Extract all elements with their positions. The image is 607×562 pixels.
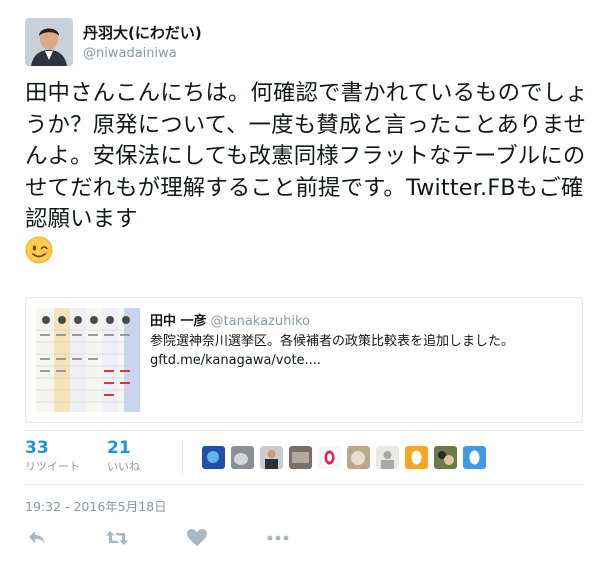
heart-icon [187,529,207,546]
more-button[interactable] [265,528,291,548]
avatar-portrait [25,18,73,66]
tweet-body: 田中さんこんにちは。何確認で書かれているものでしょうか？原発について、一度も賛成… [25,80,588,232]
stats-separator [182,440,183,476]
quoted-tweet[interactable]: 田中 一彦 @tanakazuhiko 参院選神奈川選挙区。各候補者の政策比較表を… [25,297,583,423]
tweet-text: 田中さんこんにちは。何確認で書かれているものでしょうか？原発について、一度も賛成… [25,78,595,267]
stats-divider-top [25,430,583,431]
more-icon [267,535,289,541]
quoted-author-handle: @tanakazuhiko [210,314,310,329]
author-name[interactable]: 丹羽大(にわだい) [83,22,202,43]
retweet-count-value: 33 [25,438,49,458]
quoted-tweet-text: 参院選神奈川選挙区。各候補者の政策比較表を追加しました。 gftd.me/kan… [150,332,570,370]
liker-avatar[interactable] [347,446,370,469]
liker-avatar[interactable] [434,446,457,469]
author-handle[interactable]: @niwadainiwa [83,46,177,61]
stats-divider-bottom [25,484,583,485]
liker-avatar[interactable] [202,446,225,469]
reply-button[interactable] [26,528,48,548]
liker-avatar[interactable] [260,446,283,469]
liker-avatar[interactable] [318,446,341,469]
comparison-table-image [36,308,140,412]
like-count-label: いいね [107,460,140,473]
retweet-button[interactable] [105,528,129,548]
quoted-author[interactable]: 田中 一彦 @tanakazuhiko [150,310,310,329]
liker-avatar[interactable] [289,446,312,469]
quoted-author-name: 田中 一彦 [150,314,207,329]
liker-avatar[interactable] [376,446,399,469]
retweet-count-label: リツイート [25,460,80,473]
like-count[interactable]: 21 いいね [107,438,140,474]
author-avatar[interactable] [25,18,73,66]
winking-face-icon [25,236,53,264]
quoted-tweet-thumbnail[interactable] [36,308,140,412]
liker-avatar[interactable] [231,446,254,469]
liker-avatar[interactable] [463,446,486,469]
tweet-timestamp[interactable]: 19:32 - 2016年5月18日 [25,496,167,515]
retweet-icon [106,531,128,545]
like-count-value: 21 [107,438,131,458]
reply-icon [29,531,45,544]
quoted-link[interactable]: gftd.me/kanagawa/vote.... [150,351,570,370]
retweet-count[interactable]: 33 リツイート [25,438,80,474]
quoted-text-line: 参院選神奈川選挙区。各候補者の政策比較表を追加しました。 [150,334,515,349]
liker-avatar[interactable] [405,446,428,469]
like-button[interactable] [186,528,208,548]
